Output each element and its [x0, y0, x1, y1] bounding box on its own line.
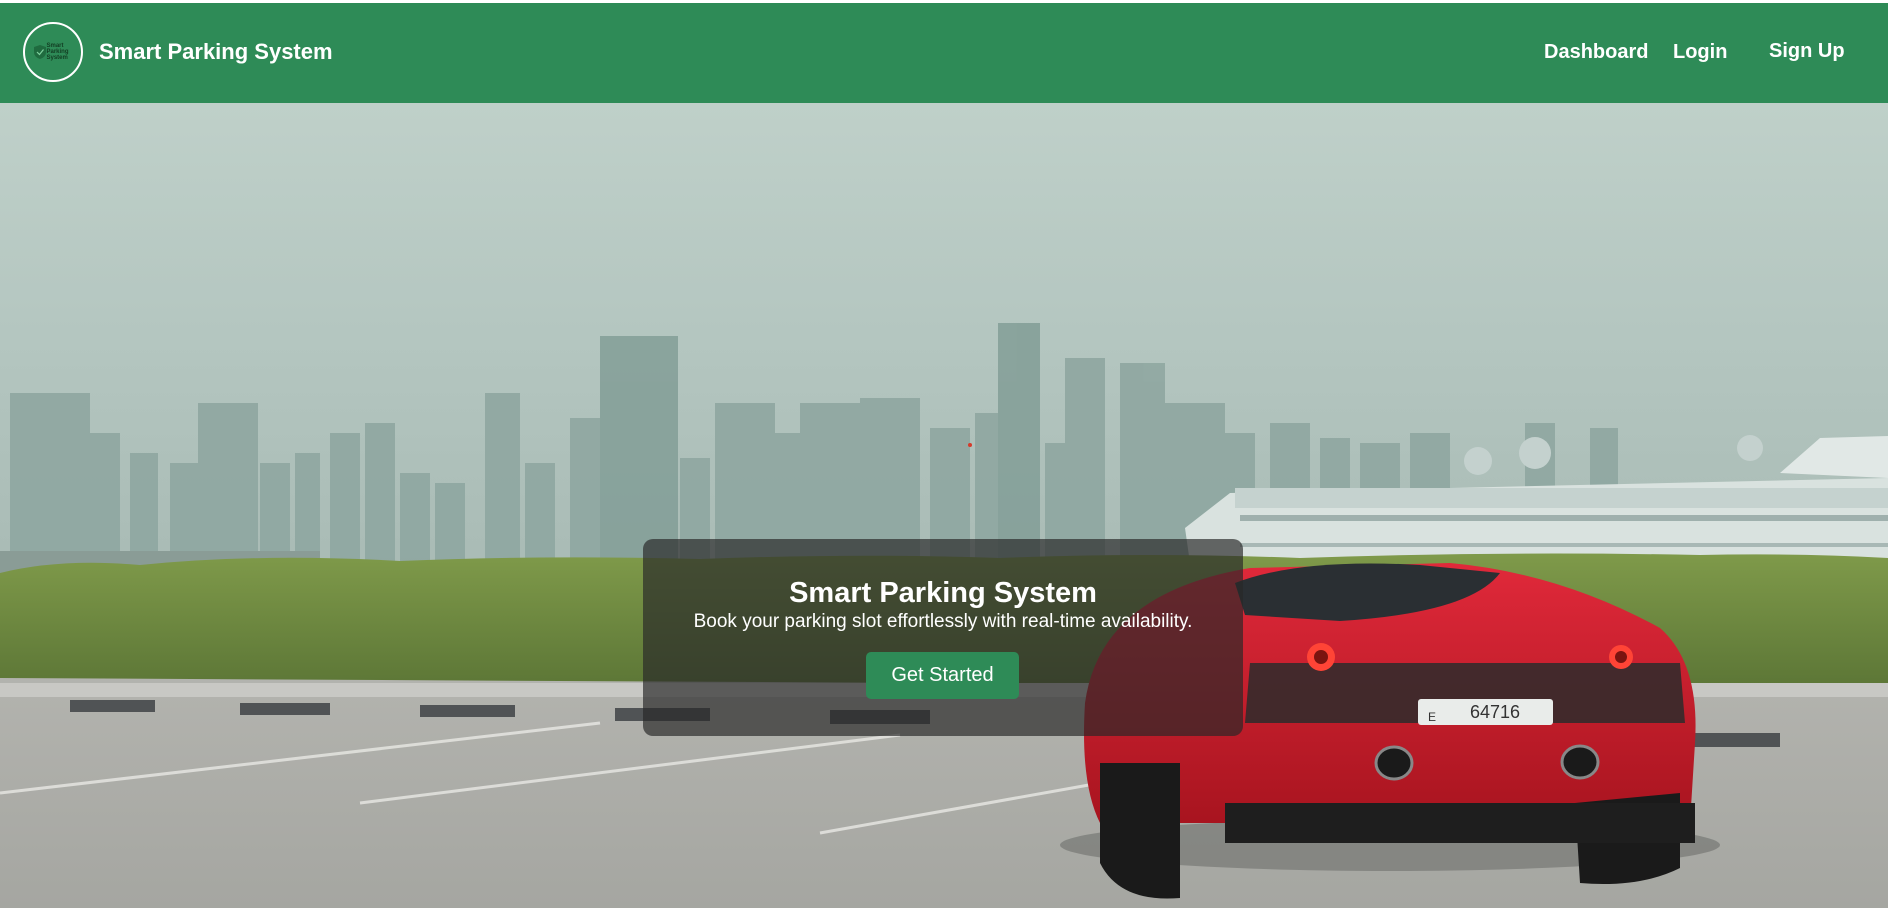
logo-mark: Smart Parking System	[33, 43, 73, 61]
hero-background-image: 64716 E	[0, 103, 1888, 908]
brand-title[interactable]: Smart Parking System	[99, 39, 333, 65]
hero-section: 64716 E Smart Parking System Book your p…	[0, 103, 1888, 908]
license-plate-number: 64716	[1470, 702, 1520, 722]
site-logo[interactable]: Smart Parking System	[23, 22, 83, 82]
hero-overlay-card: Smart Parking System Book your parking s…	[643, 539, 1243, 736]
hero-title: Smart Parking System	[789, 577, 1097, 609]
logo-text: Smart Parking System	[47, 43, 73, 61]
shield-icon	[33, 45, 46, 59]
hero-subtitle: Book your parking slot effortlessly with…	[693, 611, 1193, 632]
nav-link-sign-up[interactable]: Sign Up	[1769, 40, 1845, 63]
nav-link-login[interactable]: Login	[1673, 41, 1727, 64]
logo-text-line: System	[46, 55, 68, 61]
get-started-button[interactable]: Get Started	[866, 652, 1019, 699]
license-plate-code: E	[1428, 710, 1436, 724]
top-navbar: Smart Parking System Smart Parking Syste…	[0, 3, 1888, 103]
nav-link-dashboard[interactable]: Dashboard	[1544, 41, 1648, 64]
red-dot	[968, 443, 972, 447]
